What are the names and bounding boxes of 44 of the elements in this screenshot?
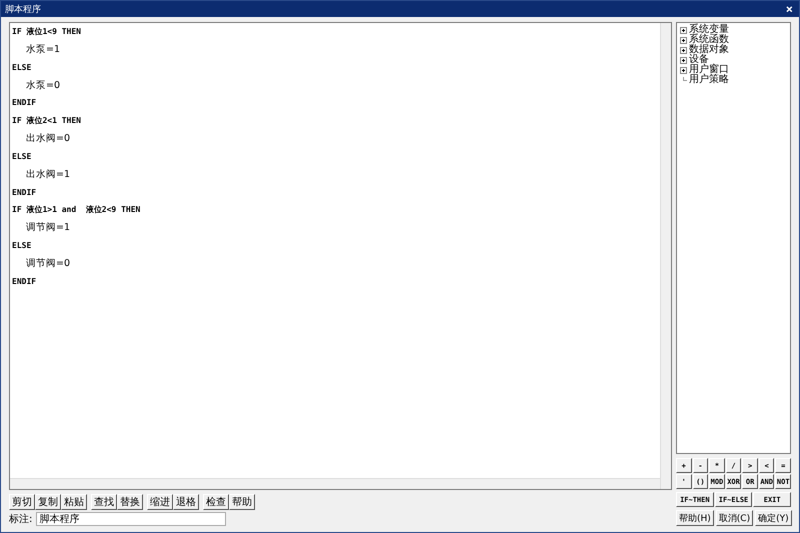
expand-icon[interactable] — [680, 36, 687, 44]
vertical-scrollbar[interactable] — [660, 23, 671, 489]
tree-item[interactable]: 系统变量 — [689, 25, 729, 35]
expand-icon[interactable] — [680, 66, 687, 74]
note-label: 标注: — [9, 512, 32, 526]
code-line: ELSE — [12, 150, 32, 163]
toolbar-button[interactable]: 替换 — [117, 494, 143, 510]
code-line: IF 液位1>1 and 液位2<9 THEN — [12, 204, 142, 216]
code-line: 水泵=1 — [25, 42, 62, 57]
toolbar-button[interactable]: 查找 — [91, 494, 117, 510]
tree-item[interactable]: 设备 — [689, 55, 709, 65]
tree-item[interactable]: 系统函数 — [689, 35, 729, 45]
toolbar-button[interactable]: 粘贴 — [61, 494, 87, 510]
note-field[interactable]: 脚本程序 — [36, 512, 226, 526]
code-line: ENDIF — [12, 276, 38, 288]
dialog-button[interactable]: 确定(Y) — [755, 510, 792, 526]
code-line: 出水阀=1 — [25, 168, 72, 182]
window-title: 脚本程序 — [5, 4, 41, 16]
toolbar-button[interactable]: 检查 — [203, 494, 229, 510]
toolbar-button[interactable]: 缩进 — [147, 494, 173, 510]
code-line: 水泵=0 — [25, 78, 62, 93]
horizontal-scrollbar[interactable] — [10, 478, 660, 489]
tree-item[interactable]: 用户策略 — [689, 75, 729, 85]
tree-item[interactable]: 用户窗口 — [689, 65, 729, 75]
code-line: ENDIF — [12, 97, 38, 110]
toolbar-button[interactable]: 剪切 — [9, 494, 35, 510]
code-line: 调节阀=1 — [25, 221, 72, 236]
code-line: ELSE — [12, 240, 32, 252]
code-line: IF 液位2<1 THEN — [12, 115, 82, 128]
dialog-button[interactable]: 帮助(H) — [676, 510, 714, 526]
code-line: IF 液位1<9 THEN — [12, 26, 82, 38]
toolbar-button[interactable]: 帮助 — [229, 494, 255, 510]
toolbar-button[interactable]: 退格 — [173, 494, 199, 510]
tree-item[interactable]: 数据对象 — [689, 45, 729, 55]
code-line: ELSE — [12, 62, 32, 74]
expand-icon[interactable] — [680, 56, 687, 64]
expand-icon[interactable] — [680, 26, 687, 34]
close-button[interactable]: × — [784, 2, 795, 16]
toolbar-button[interactable]: 复制 — [35, 494, 61, 510]
expand-icon[interactable] — [680, 46, 687, 54]
code-line: ENDIF — [12, 186, 38, 199]
code-line: 出水阀=0 — [25, 132, 72, 146]
code-line: 调节阀=0 — [25, 256, 72, 271]
dialog-button[interactable]: 取消(C) — [716, 510, 754, 526]
